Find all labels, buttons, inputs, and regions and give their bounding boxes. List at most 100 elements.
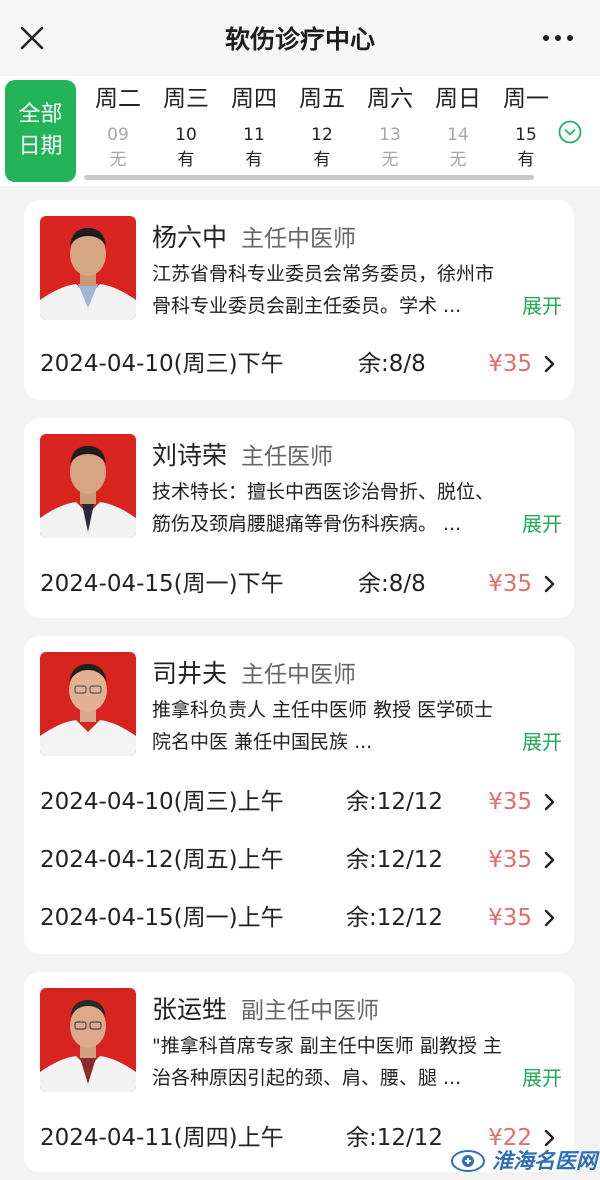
- date-selector: 全部 日期 周二 09 无 周三 10 有 周四 11 有 周五 12 有 周六…: [0, 76, 600, 186]
- day-weekday: 周三: [163, 86, 209, 112]
- date-scrollbar[interactable]: [84, 175, 534, 180]
- appointment-slot[interactable]: 2024-04-15(周一)上午 余:12/12 ¥35: [40, 898, 560, 938]
- day-weekday: 周二: [95, 86, 141, 112]
- slot-date: 2024-04-11(周四)上午: [40, 1125, 284, 1151]
- slot-price: ¥35: [488, 789, 532, 815]
- chevron-right-icon: [544, 851, 555, 869]
- doctor-bio: 江苏省骨科专业委员会常务委员，徐州市 骨科专业委员会副主任委员。学术 ... 展…: [152, 258, 562, 322]
- all-dates-label-line2: 日期: [18, 134, 63, 159]
- slot-remaining: 余:12/12: [346, 847, 444, 873]
- day-weekday: 周六: [367, 86, 413, 112]
- bio-line: 技术特长：擅长中西医诊治骨折、脱位、: [152, 481, 495, 503]
- day-availability: 有: [313, 150, 331, 170]
- slot-date: 2024-04-12(周五)上午: [40, 847, 284, 873]
- expand-link[interactable]: 展开: [522, 726, 562, 758]
- all-dates-button[interactable]: 全部 日期: [5, 80, 76, 182]
- appointment-slot[interactable]: 2024-04-10(周三)下午 余:8/8 ¥35: [40, 344, 560, 384]
- slot-date: 2024-04-15(周一)上午: [40, 905, 284, 931]
- more-options-button[interactable]: [536, 22, 580, 54]
- doctor-title: 主任医师: [241, 444, 334, 470]
- appointment-slot[interactable]: 2024-04-15(周一)下午 余:8/8 ¥35: [40, 564, 560, 604]
- bio-line: 骨科专业委员会副主任委员。学术 ...: [152, 295, 462, 317]
- day-date: 12: [311, 125, 333, 145]
- all-dates-label-line1: 全部: [18, 102, 63, 127]
- day-tabs: 周二 09 无 周三 10 有 周四 11 有 周五 12 有 周六 13 无 …: [84, 76, 554, 186]
- watermark: 淮海名医网: [450, 1140, 600, 1180]
- chevron-right-icon: [544, 909, 555, 927]
- bio-line: 院名中医 兼任中国民族 ...: [152, 731, 373, 753]
- slot-date: 2024-04-10(周三)上午: [40, 789, 284, 815]
- doctor-name: 杨六中: [152, 223, 228, 252]
- bio-line: "推拿科首席专家 副主任中医师 副教授 主: [152, 1035, 502, 1057]
- chevron-right-icon: [544, 575, 555, 593]
- doctor-bio: 技术特长：擅长中西医诊治骨折、脱位、 筋伤及颈肩腰腿痛等骨伤科疾病。 ... 展…: [152, 476, 562, 540]
- close-icon: [20, 26, 44, 50]
- day-tab-sun[interactable]: 周日 14 无: [424, 82, 492, 172]
- slot-price: ¥35: [488, 571, 532, 597]
- slot-price: ¥35: [488, 847, 532, 873]
- day-date: 14: [447, 125, 469, 145]
- bio-line: 治各种原因引起的颈、肩、腰、腿 ...: [152, 1067, 462, 1089]
- expand-link[interactable]: 展开: [522, 508, 562, 540]
- doctor-photo: [40, 652, 136, 756]
- chevron-down-circle-icon: [558, 120, 582, 144]
- day-date: 15: [515, 125, 537, 145]
- more-dots-icon: [567, 35, 573, 41]
- doctor-title: 主任中医师: [241, 662, 357, 688]
- slot-remaining: 余:12/12: [346, 789, 444, 815]
- expand-link[interactable]: 展开: [522, 1062, 562, 1094]
- day-date: 09: [107, 125, 129, 145]
- day-weekday: 周四: [231, 86, 277, 112]
- bio-line: 筋伤及颈肩腰腿痛等骨伤科疾病。 ...: [152, 513, 462, 535]
- slot-date: 2024-04-10(周三)下午: [40, 351, 284, 377]
- more-dots-icon: [543, 35, 549, 41]
- day-tab-sat[interactable]: 周六 13 无: [356, 82, 424, 172]
- expand-link[interactable]: 展开: [522, 290, 562, 322]
- day-tab-mon[interactable]: 周一 15 有: [492, 82, 560, 172]
- more-dots-icon: [555, 35, 561, 41]
- page-title: 软伤诊疗中心: [224, 25, 375, 54]
- doctor-photo: [40, 434, 136, 538]
- top-bar: 软伤诊疗中心: [0, 0, 600, 76]
- bio-line: 江苏省骨科专业委员会常务委员，徐州市: [152, 263, 495, 285]
- day-weekday: 周一: [503, 86, 549, 112]
- doctor-bio: 推拿科负责人 主任中医师 教授 医学硕士 院名中医 兼任中国民族 ... 展开: [152, 694, 562, 758]
- day-availability: 无: [381, 150, 399, 170]
- chevron-right-icon: [544, 355, 555, 373]
- appointment-slot[interactable]: 2024-04-10(周三)上午 余:12/12 ¥35: [40, 782, 560, 822]
- day-tab-fri[interactable]: 周五 12 有: [288, 82, 356, 172]
- day-tab-tue[interactable]: 周二 09 无: [84, 82, 152, 172]
- slot-remaining: 余:12/12: [346, 905, 444, 931]
- day-date: 13: [379, 125, 401, 145]
- day-availability: 有: [245, 150, 263, 170]
- day-weekday: 周五: [299, 86, 345, 112]
- bio-line: 推拿科负责人 主任中医师 教授 医学硕士: [152, 699, 494, 721]
- doctor-photo: [40, 988, 136, 1092]
- slot-price: ¥35: [488, 905, 532, 931]
- slot-date: 2024-04-15(周一)下午: [40, 571, 284, 597]
- doctor-card[interactable]: 刘诗荣 主任医师 技术特长：擅长中西医诊治骨折、脱位、 筋伤及颈肩腰腿痛等骨伤科疾…: [24, 418, 574, 618]
- day-availability: 有: [177, 150, 195, 170]
- slot-price: ¥35: [488, 351, 532, 377]
- chevron-right-icon: [544, 793, 555, 811]
- doctor-card[interactable]: 司井夫 主任中医师 推拿科负责人 主任中医师 教授 医学硕士 院名中医 兼任中国民…: [24, 636, 574, 954]
- appointment-slot[interactable]: 2024-04-12(周五)上午 余:12/12 ¥35: [40, 840, 560, 880]
- day-weekday: 周日: [435, 86, 481, 112]
- slot-remaining: 余:12/12: [346, 1125, 444, 1151]
- doctor-card[interactable]: 杨六中 主任中医师 江苏省骨科专业委员会常务委员，徐州市 骨科专业委员会副主任委员…: [24, 200, 574, 400]
- doctor-bio: "推拿科首席专家 副主任中医师 副教授 主 治各种原因引起的颈、肩、腰、腿 ..…: [152, 1030, 562, 1094]
- day-tab-wed[interactable]: 周三 10 有: [152, 82, 220, 172]
- expand-calendar-button[interactable]: [558, 120, 582, 144]
- slot-remaining: 余:8/8: [358, 351, 426, 377]
- doctor-photo: [40, 216, 136, 320]
- close-button[interactable]: [14, 20, 50, 56]
- doctor-name: 张运甡: [152, 995, 228, 1024]
- watermark-text: 淮海名医网: [492, 1148, 597, 1173]
- day-date: 10: [175, 125, 197, 145]
- doctor-title: 主任中医师: [241, 226, 357, 252]
- doctor-name: 司井夫: [152, 659, 228, 688]
- day-availability: 无: [449, 150, 467, 170]
- day-date: 11: [243, 125, 265, 145]
- day-tab-thu[interactable]: 周四 11 有: [220, 82, 288, 172]
- doctor-title: 副主任中医师: [241, 998, 380, 1024]
